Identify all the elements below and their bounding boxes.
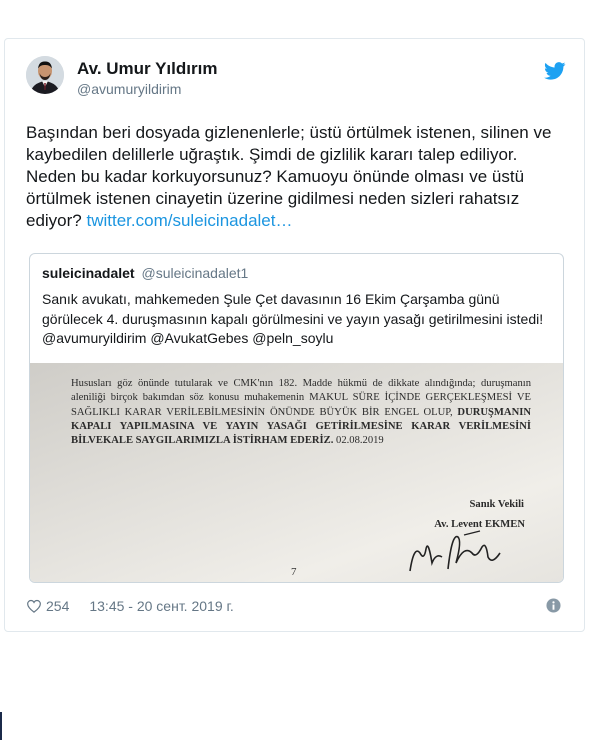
document-date: 02.08.2019 xyxy=(336,435,384,447)
document-signer-title: Sanık Vekili xyxy=(469,499,524,510)
author-name[interactable]: Av. Umur Yıldırım xyxy=(77,59,217,79)
avatar[interactable] xyxy=(26,56,64,94)
document-page-number: 7 xyxy=(291,566,297,578)
heart-icon[interactable] xyxy=(26,598,42,614)
info-icon[interactable] xyxy=(546,598,561,613)
quoted-tweet-text: Sanık avukatı, mahkemeden Şule Çet davas… xyxy=(42,291,544,346)
quoted-tweet-image[interactable]: Hususları göz önünde tutularak ve CMK'nı… xyxy=(30,363,563,582)
quoted-tweet[interactable]: suleicinadalet @suleicinadalet1 Sanık av… xyxy=(29,253,564,583)
avatar-photo-icon xyxy=(26,56,64,94)
signature-icon xyxy=(409,530,501,572)
quoted-author-handle[interactable]: @suleicinadalet1 xyxy=(141,265,248,281)
tweet-card: Av. Umur Yıldırım @avumuryildirim Başınd… xyxy=(4,38,585,632)
document-text: Hususları göz önünde tutularak ve CMK'nı… xyxy=(71,377,531,448)
tweet-text: Başından beri dosyada gizlenenlerle; üst… xyxy=(26,122,566,232)
twitter-bird-icon[interactable] xyxy=(544,62,566,80)
tweet-footer: 254 13:45 - 20 сент. 2019 г. xyxy=(26,596,234,616)
tweet-link[interactable]: twitter.com/suleicinadalet… xyxy=(87,211,293,230)
tweet-timestamp[interactable]: 13:45 - 20 сент. 2019 г. xyxy=(89,598,233,614)
quoted-author-name[interactable]: suleicinadalet xyxy=(42,265,135,281)
like-count[interactable]: 254 xyxy=(46,598,69,614)
edge-divider xyxy=(0,712,2,740)
quoted-tweet-header: suleicinadalet @suleicinadalet1 xyxy=(42,265,248,281)
author-handle[interactable]: @avumuryildirim xyxy=(77,81,181,97)
